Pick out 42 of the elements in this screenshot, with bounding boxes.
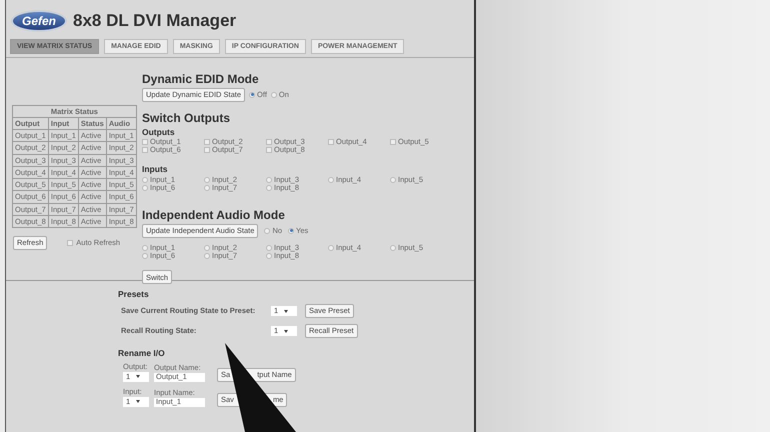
page-title: 8x8 DL DVI Manager: [73, 10, 236, 32]
radio-button[interactable]: [142, 244, 148, 250]
section-heading: Switch Outputs: [142, 112, 231, 124]
checkbox[interactable]: [266, 147, 272, 153]
section-heading: Independent Audio Mode: [142, 208, 286, 220]
radio-button[interactable]: [142, 176, 148, 182]
caret-icon: [284, 330, 288, 332]
checkbox[interactable]: [204, 139, 210, 145]
radio-button[interactable]: [266, 176, 272, 182]
caret-icon: [284, 310, 288, 312]
section-heading: Presets: [118, 290, 150, 298]
checkbox[interactable]: [67, 240, 74, 246]
radio-button[interactable]: [390, 244, 396, 250]
radio-button[interactable]: [204, 252, 210, 258]
section-heading: Inputs: [142, 165, 168, 174]
radio-button[interactable]: [142, 184, 148, 190]
checkbox[interactable]: [328, 139, 334, 145]
checkbox[interactable]: [266, 139, 272, 145]
caret-icon: [136, 400, 140, 403]
radio-button[interactable]: [204, 244, 210, 250]
checkbox[interactable]: [142, 139, 148, 145]
radio-button[interactable]: [204, 184, 210, 190]
checkbox[interactable]: [142, 147, 148, 153]
section-heading: Rename I/O: [118, 349, 166, 358]
radio-button[interactable]: [266, 252, 272, 258]
radio-button[interactable]: [142, 252, 148, 258]
radio-button[interactable]: [288, 228, 294, 234]
radio-button[interactable]: [266, 184, 272, 190]
radio-button[interactable]: [270, 92, 277, 98]
radio-button[interactable]: [264, 228, 270, 234]
checkbox[interactable]: [390, 139, 396, 145]
caret-icon: [136, 375, 140, 378]
section-heading: Dynamic EDID Mode: [142, 72, 260, 84]
radio-button[interactable]: [266, 244, 272, 250]
checkbox[interactable]: [204, 147, 210, 153]
radio-button[interactable]: [390, 176, 396, 182]
logo: Gefen: [11, 10, 67, 32]
radio-button[interactable]: [328, 244, 334, 250]
radio-button[interactable]: [328, 176, 334, 182]
section-heading: Outputs: [142, 128, 176, 136]
radio-button[interactable]: [249, 92, 256, 98]
radio-button[interactable]: [204, 176, 210, 182]
